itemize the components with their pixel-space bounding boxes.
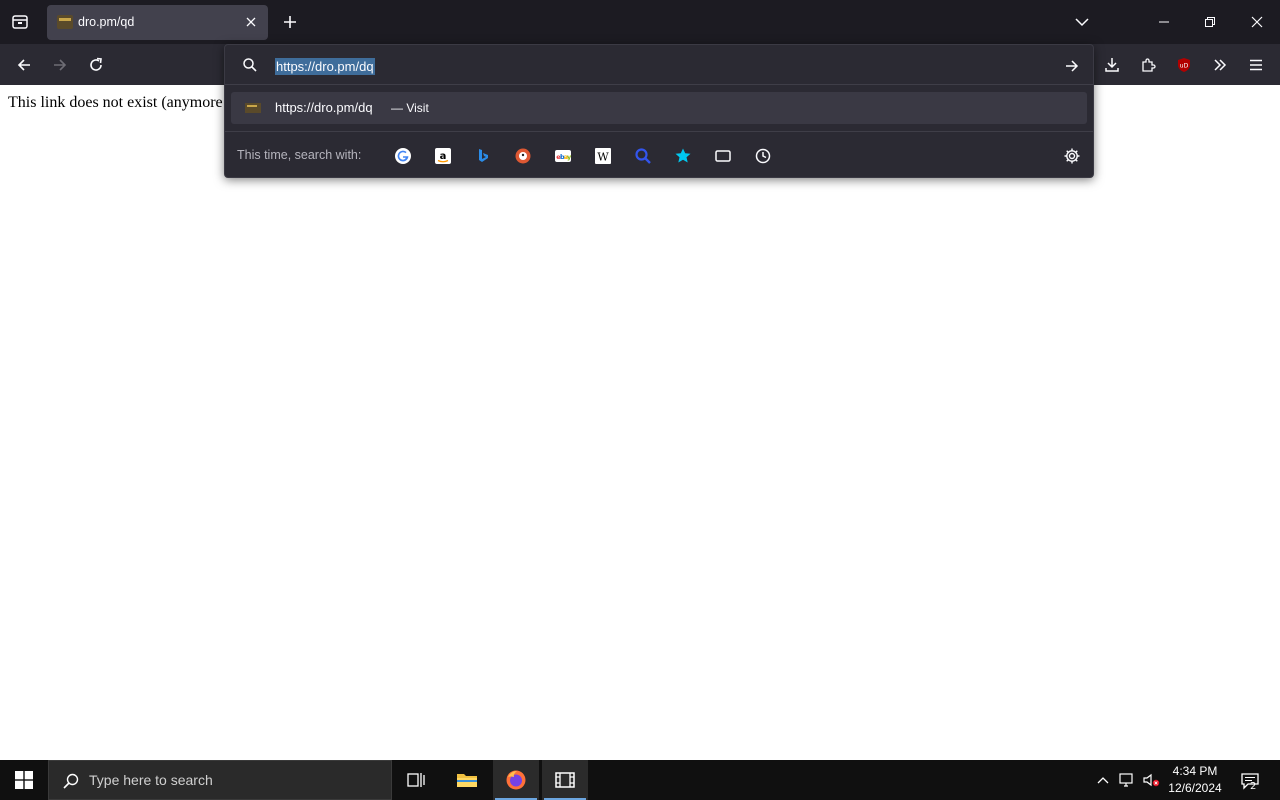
start-button[interactable]: [0, 760, 48, 800]
gear-icon: [1064, 148, 1080, 164]
download-icon: [1105, 58, 1119, 72]
url-input-value: https://dro.pm/dq: [275, 58, 375, 75]
search-icon: [241, 56, 259, 74]
tabs-icon[interactable]: [712, 145, 734, 167]
search-engine-icon[interactable]: [632, 145, 654, 167]
media-app-taskbar-button[interactable]: [542, 760, 588, 800]
svg-text:W: W: [597, 151, 609, 164]
taskbar-search-box[interactable]: Type here to search: [48, 760, 392, 800]
extensions-button[interactable]: [1133, 50, 1163, 80]
browser-tab[interactable]: dro.pm/qd: [47, 5, 268, 40]
volume-muted-icon: [1143, 773, 1160, 787]
puzzle-icon: [1142, 58, 1156, 72]
tab-strip: dro.pm/qd: [0, 0, 1280, 44]
film-icon: [555, 772, 575, 788]
downloads-button[interactable]: [1097, 50, 1127, 80]
clock-time: 4:34 PM: [1172, 764, 1218, 778]
window-close-button[interactable]: [1236, 6, 1278, 38]
tab-title: dro.pm/qd: [78, 15, 135, 29]
search-settings-button[interactable]: [1061, 145, 1083, 167]
firefox-view-button[interactable]: [6, 8, 34, 36]
window-minimize-button[interactable]: [1144, 6, 1184, 38]
svg-text:a: a: [440, 151, 447, 162]
window-restore-button[interactable]: [1190, 6, 1230, 38]
close-icon: [246, 17, 256, 27]
page-message: This link does not exist (anymore: [8, 94, 223, 111]
clock-date: 12/6/2024: [1168, 781, 1222, 795]
url-bar-dropdown: https://dro.pm/dq https://dro.pm/dq — Vi…: [224, 44, 1094, 178]
chevron-up-icon: [1097, 777, 1109, 784]
plus-icon: [284, 16, 296, 28]
windows-logo-icon: [15, 771, 33, 789]
url-input[interactable]: https://dro.pm/dq: [275, 56, 375, 75]
ublock-shield-icon: uD: [1178, 58, 1190, 72]
list-all-tabs-button[interactable]: [1070, 10, 1094, 34]
firefox-icon: [506, 770, 526, 790]
search-with-label: This time, search with:: [237, 148, 362, 162]
notification-count-badge: 2: [1250, 781, 1257, 792]
show-hidden-icons-button[interactable]: [1094, 770, 1112, 790]
page-content: This link does not exist (anymore: [0, 85, 1280, 760]
task-view-button[interactable]: [393, 760, 439, 800]
search-engine-row: This time, search with: a e b a y W: [225, 131, 1093, 179]
svg-text:uD: uD: [1180, 63, 1189, 70]
duckduckgo-icon[interactable]: [512, 145, 534, 167]
back-button[interactable]: [9, 50, 39, 80]
site-favicon-icon: [245, 103, 261, 113]
firefox-view-icon: [12, 15, 28, 29]
reload-button[interactable]: [81, 50, 111, 80]
bookmarks-icon[interactable]: [672, 145, 694, 167]
restore-icon: [1205, 17, 1215, 27]
network-icon: [1119, 773, 1133, 787]
task-view-icon: [407, 773, 425, 787]
bing-icon[interactable]: [472, 145, 494, 167]
forward-button[interactable]: [45, 50, 75, 80]
wikipedia-icon[interactable]: W: [592, 145, 614, 167]
close-icon: [1251, 16, 1263, 28]
chevron-down-icon: [1075, 18, 1089, 27]
folder-icon: [457, 774, 477, 787]
taskbar-search-placeholder: Type here to search: [89, 772, 213, 788]
minimize-icon: [1159, 21, 1169, 23]
double-chevron-right-icon: [1214, 59, 1227, 71]
file-explorer-button[interactable]: [444, 760, 490, 800]
windows-taskbar: Type here to search 4:34 PM 12/6/2024: [0, 760, 1280, 800]
volume-button[interactable]: [1141, 770, 1161, 790]
amazon-icon[interactable]: a: [432, 145, 454, 167]
go-button[interactable]: [1061, 55, 1083, 77]
firefox-taskbar-button[interactable]: [493, 760, 539, 800]
suggestion-url: https://dro.pm/dq: [275, 100, 373, 115]
reload-icon: [90, 57, 102, 71]
url-input-row: https://dro.pm/dq: [225, 45, 1093, 85]
tab-close-button[interactable]: [242, 13, 260, 31]
system-clock[interactable]: 4:34 PM 12/6/2024: [1166, 763, 1224, 797]
url-suggestion-row[interactable]: https://dro.pm/dq — Visit: [231, 92, 1087, 124]
more-tools-button[interactable]: [1205, 50, 1235, 80]
arrow-right-icon: [1066, 60, 1079, 72]
history-icon[interactable]: [752, 145, 774, 167]
suggestion-action: — Visit: [391, 101, 429, 115]
network-button[interactable]: [1117, 770, 1137, 790]
ebay-icon[interactable]: e b a y: [552, 145, 574, 167]
hamburger-menu-icon: [1250, 59, 1262, 71]
google-icon[interactable]: [392, 145, 414, 167]
svg-text:y: y: [567, 153, 572, 161]
arrow-right-icon: [54, 59, 67, 71]
arrow-left-icon: [17, 59, 30, 71]
search-icon: [61, 771, 81, 791]
ublock-origin-button[interactable]: uD: [1169, 50, 1199, 80]
app-menu-button[interactable]: [1241, 50, 1271, 80]
new-tab-button[interactable]: [278, 10, 302, 34]
site-favicon-icon: [57, 15, 73, 29]
